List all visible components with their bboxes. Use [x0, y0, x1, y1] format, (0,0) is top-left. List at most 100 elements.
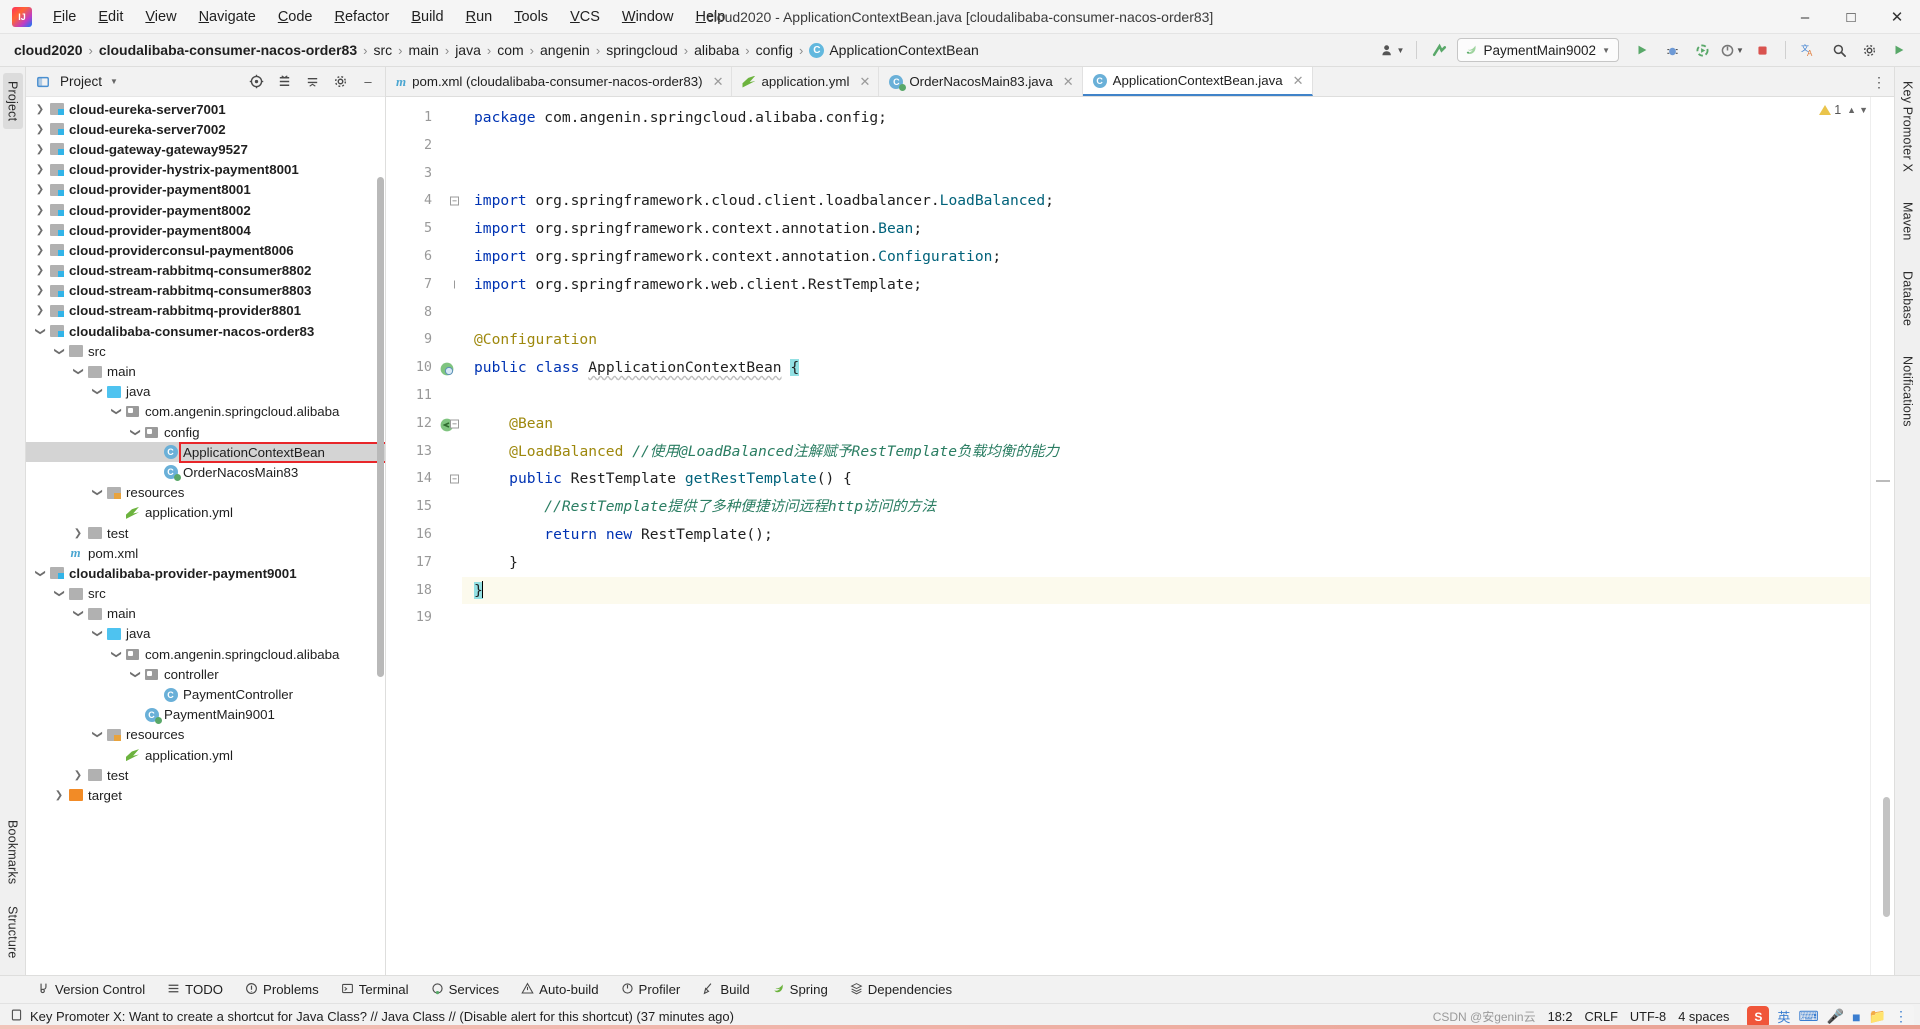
- menu-refactor[interactable]: Refactor: [324, 5, 401, 29]
- translate-icon[interactable]: 文A: [1796, 38, 1822, 62]
- code-line[interactable]: import org.springframework.context.annot…: [462, 215, 1870, 243]
- mic-icon[interactable]: 🎤: [1827, 1008, 1844, 1025]
- chevron-down-icon[interactable]: ▼: [1602, 46, 1610, 55]
- code-editor[interactable]: 1 2 3 4− 5 6 7 ∣ 8 9 10 11 12− 13 14− 15 16 17 18 19 packag…: [386, 97, 1894, 975]
- editor-tab[interactable]: C OrderNacosMain83.java ✕: [879, 67, 1083, 96]
- sidebar-item-bookmarks[interactable]: Bookmarks: [3, 812, 23, 892]
- close-icon[interactable]: ✕: [1874, 0, 1920, 34]
- chevron-down-icon[interactable]: ▼: [110, 77, 118, 86]
- tree-node[interactable]: ❯ cloudalibaba-provider-payment9001: [26, 563, 385, 583]
- tree-node[interactable]: ❯ cloud-eureka-server7002: [26, 119, 385, 139]
- status-message[interactable]: Key Promoter X: Want to create a shortcu…: [30, 1009, 734, 1024]
- more-icon[interactable]: ⋮: [1894, 1008, 1908, 1025]
- chevron-down-icon[interactable]: ❯: [89, 628, 105, 639]
- tree-node[interactable]: ❯ resources: [26, 483, 385, 503]
- breadcrumb-item-springcloud[interactable]: springcloud: [606, 42, 678, 58]
- breadcrumb-item-src[interactable]: src: [373, 42, 392, 58]
- tree-node[interactable]: ❯ src: [26, 341, 385, 361]
- tree-node[interactable]: application.yml: [26, 503, 385, 523]
- tree-node[interactable]: C ApplicationContextBean: [26, 441, 385, 463]
- chevron-right-icon[interactable]: ❯: [70, 770, 86, 781]
- breadcrumb-item-angenin[interactable]: angenin: [540, 42, 590, 58]
- tool-window-button-todo[interactable]: TODO: [156, 979, 234, 1001]
- play-icon[interactable]: [1886, 38, 1912, 62]
- menu-vcs[interactable]: VCS: [559, 5, 611, 29]
- tree-node[interactable]: ❯ main: [26, 361, 385, 381]
- chevron-down-icon[interactable]: ❯: [51, 346, 67, 357]
- tool-window-button-version-control[interactable]: Version Control: [26, 979, 156, 1001]
- tree-node[interactable]: ❯ cloud-stream-rabbitmq-consumer8803: [26, 281, 385, 301]
- chevron-down-icon[interactable]: ❯: [89, 729, 105, 740]
- tree-node[interactable]: ❯ cloudalibaba-consumer-nacos-order83: [26, 321, 385, 341]
- code-line[interactable]: import org.springframework.context.annot…: [462, 243, 1870, 271]
- chevron-up-icon[interactable]: ▲: [1847, 105, 1856, 115]
- tree-node[interactable]: ❯ com.angenin.springcloud.alibaba: [26, 644, 385, 664]
- tree-node[interactable]: ❯ test: [26, 523, 385, 543]
- editor-tab[interactable]: application.yml ✕: [732, 67, 880, 96]
- code-line[interactable]: [462, 382, 1870, 410]
- menu-build[interactable]: Build: [400, 5, 454, 29]
- tool-window-button-spring[interactable]: Spring: [761, 979, 839, 1001]
- spring-bean-icon[interactable]: [439, 360, 455, 376]
- sidebar-item-maven[interactable]: Maven: [1898, 194, 1918, 249]
- code-line[interactable]: @Configuration: [462, 326, 1870, 354]
- tool-window-button-build[interactable]: Build: [691, 979, 760, 1001]
- close-icon[interactable]: ✕: [1063, 74, 1074, 90]
- more-options-icon[interactable]: ⋮: [1868, 71, 1890, 93]
- close-icon[interactable]: ✕: [1293, 73, 1304, 89]
- line-separator[interactable]: CRLF: [1585, 1009, 1618, 1024]
- code-line[interactable]: }: [462, 549, 1870, 577]
- code-line[interactable]: [462, 132, 1870, 160]
- tree-node[interactable]: ❯ cloud-provider-payment8001: [26, 180, 385, 200]
- code-line[interactable]: import org.springframework.cloud.client.…: [462, 187, 1870, 215]
- search-icon[interactable]: [1826, 38, 1852, 62]
- chevron-down-icon[interactable]: ❯: [32, 568, 48, 579]
- project-tree[interactable]: ❯ cloud-eureka-server7001 ❯ cloud-eureka-se…: [26, 97, 385, 975]
- breadcrumb-item-alibaba[interactable]: alibaba: [694, 42, 739, 58]
- chevron-right-icon[interactable]: ❯: [32, 124, 48, 135]
- tree-node[interactable]: ❯ src: [26, 584, 385, 604]
- editor-gutter[interactable]: 1 2 3 4− 5 6 7 ∣ 8 9 10 11 12− 13 14− 15 16 17 18 19: [386, 97, 462, 975]
- chevron-right-icon[interactable]: ❯: [32, 265, 48, 276]
- debug-icon[interactable]: [1659, 38, 1685, 62]
- box-icon[interactable]: ■: [1852, 1009, 1860, 1025]
- code-line[interactable]: [462, 299, 1870, 327]
- code-line[interactable]: return new RestTemplate();: [462, 521, 1870, 549]
- chevron-down-icon[interactable]: ❯: [108, 406, 124, 417]
- code-line[interactable]: public RestTemplate getRestTemplate() {: [462, 465, 1870, 493]
- editor-tab[interactable]: m pom.xml (cloudalibaba-consumer-nacos-or…: [386, 67, 733, 96]
- chevron-down-icon[interactable]: ❯: [127, 427, 143, 438]
- tree-node[interactable]: ❯ resources: [26, 725, 385, 745]
- code-line[interactable]: public class ApplicationContextBean {: [462, 354, 1870, 382]
- breadcrumb-item-config[interactable]: config: [756, 42, 793, 58]
- chevron-right-icon[interactable]: ❯: [32, 205, 48, 216]
- chevron-right-icon[interactable]: ❯: [32, 245, 48, 256]
- select-opened-file-icon[interactable]: [245, 71, 267, 93]
- tree-node[interactable]: ❯ cloud-provider-payment8002: [26, 200, 385, 220]
- tree-node[interactable]: ❯ main: [26, 604, 385, 624]
- breadcrumb-item-java[interactable]: java: [455, 42, 481, 58]
- folder-icon[interactable]: 📁: [1869, 1008, 1886, 1025]
- tree-node[interactable]: ❯ cloud-providerconsul-payment8006: [26, 240, 385, 260]
- stop-icon[interactable]: [1749, 38, 1775, 62]
- menu-code[interactable]: Code: [267, 5, 324, 29]
- tree-node[interactable]: ❯ test: [26, 765, 385, 785]
- collapse-all-icon[interactable]: [301, 71, 323, 93]
- tree-node[interactable]: C OrderNacosMain83: [26, 462, 385, 482]
- caret-position[interactable]: 18:2: [1548, 1009, 1573, 1024]
- profiler-icon[interactable]: ▼: [1719, 38, 1745, 62]
- ime-language-label[interactable]: 英: [1777, 1007, 1790, 1026]
- code-content[interactable]: package com.angenin.springcloud.alibaba.…: [462, 97, 1870, 975]
- maximize-icon[interactable]: □: [1828, 0, 1874, 34]
- run-configuration-selector[interactable]: PaymentMain9002 ▼: [1456, 38, 1619, 62]
- tool-window-button-profiler[interactable]: Profiler: [610, 979, 692, 1001]
- keyboard-icon[interactable]: ⌨: [1798, 1008, 1818, 1025]
- tree-scrollbar[interactable]: [377, 177, 384, 677]
- editor-tab[interactable]: C ApplicationContextBean.java ✕: [1082, 67, 1313, 96]
- fold-toggle-icon[interactable]: −: [450, 196, 459, 206]
- chevron-right-icon[interactable]: ❯: [32, 164, 48, 175]
- file-encoding[interactable]: UTF-8: [1630, 1009, 1666, 1024]
- tool-window-button-services[interactable]: Services: [420, 979, 511, 1001]
- tree-node[interactable]: ❯ cloud-eureka-server7001: [26, 99, 385, 119]
- tree-node[interactable]: ❯ cloud-gateway-gateway9527: [26, 139, 385, 159]
